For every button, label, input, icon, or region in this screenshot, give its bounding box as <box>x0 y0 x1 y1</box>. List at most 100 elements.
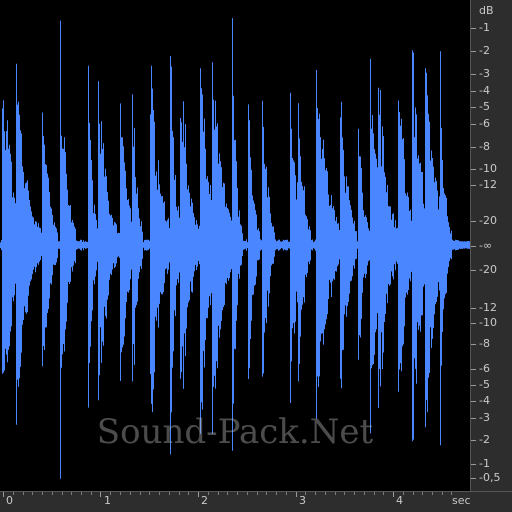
time-minor-tick <box>42 492 43 495</box>
time-minor-tick <box>422 492 423 495</box>
db-tick <box>471 221 476 222</box>
time-minor-tick <box>276 492 277 495</box>
db-center-label: -∞ <box>479 239 493 252</box>
db-scale-label: -12 <box>479 301 497 314</box>
db-scale-label: -6 <box>479 362 490 375</box>
time-minor-tick <box>149 492 150 495</box>
db-tick <box>471 74 476 75</box>
waveform-view[interactable]: Sound-Pack.Net <box>0 0 470 491</box>
db-scale-label: -5 <box>479 100 490 113</box>
db-tick <box>471 478 476 479</box>
db-scale-label: -20 <box>479 263 497 276</box>
db-tick <box>471 385 476 386</box>
time-label: 0 <box>6 494 13 507</box>
audio-editor: Sound-Pack.Net dB -1 -2 -3 -4 -5 -6 -8 -10 -12 -2… <box>0 0 512 512</box>
db-scale-label: -0,5 <box>479 471 501 484</box>
db-scale-label: -3 <box>479 411 490 424</box>
db-scale-label: -4 <box>479 84 490 97</box>
time-minor-tick <box>169 492 170 495</box>
time-minor-tick <box>159 492 160 495</box>
time-minor-tick <box>354 492 355 495</box>
time-minor-tick <box>13 492 14 495</box>
db-tick <box>471 464 476 465</box>
db-tick <box>471 28 476 29</box>
time-label: 4 <box>396 494 403 507</box>
time-minor-tick <box>218 492 219 495</box>
time-label: 2 <box>201 494 208 507</box>
time-minor-tick <box>237 492 238 495</box>
db-tick <box>471 91 476 92</box>
time-minor-tick <box>432 492 433 495</box>
db-scale-label: -8 <box>479 140 490 153</box>
db-scale-label: -12 <box>479 178 497 191</box>
db-tick <box>471 369 476 370</box>
time-minor-tick <box>325 492 326 495</box>
db-scale-label: -2 <box>479 433 490 446</box>
waveform <box>0 18 470 479</box>
db-ruler: dB -1 -2 -3 -4 -5 -6 -8 -10 -12 -20 -∞ -20 -12 -10 -8 -… <box>470 0 512 491</box>
db-unit-label: dB <box>479 4 494 17</box>
db-tick <box>471 246 476 247</box>
time-minor-tick <box>130 492 131 495</box>
db-tick <box>471 169 476 170</box>
time-minor-tick <box>81 492 82 495</box>
time-major-tick <box>198 492 199 497</box>
time-unit-label: sec <box>452 494 471 507</box>
db-tick <box>471 147 476 148</box>
waveform-path <box>0 18 470 479</box>
db-tick <box>471 323 476 324</box>
db-scale-label: -10 <box>479 162 497 175</box>
db-scale-label: -1 <box>479 457 490 470</box>
db-scale-label: -20 <box>479 214 497 227</box>
time-minor-tick <box>374 492 375 495</box>
time-minor-tick <box>120 492 121 495</box>
time-minor-tick <box>179 492 180 495</box>
time-major-tick <box>3 492 4 497</box>
time-minor-tick <box>247 492 248 495</box>
time-minor-tick <box>315 492 316 495</box>
time-minor-tick <box>364 492 365 495</box>
db-tick <box>471 308 476 309</box>
time-minor-tick <box>23 492 24 495</box>
time-major-tick <box>100 492 101 497</box>
time-minor-tick <box>62 492 63 495</box>
time-minor-tick <box>442 492 443 495</box>
db-scale-label: -1 <box>479 21 490 34</box>
db-tick <box>471 107 476 108</box>
time-minor-tick <box>257 492 258 495</box>
db-scale-label: -6 <box>479 117 490 130</box>
db-scale-label: -3 <box>479 67 490 80</box>
time-minor-tick <box>71 492 72 495</box>
time-major-tick <box>393 492 394 497</box>
time-minor-tick <box>383 492 384 495</box>
time-minor-tick <box>91 492 92 495</box>
time-minor-tick <box>140 492 141 495</box>
time-minor-tick <box>227 492 228 495</box>
time-minor-tick <box>403 492 404 495</box>
db-scale-label: -10 <box>479 316 497 329</box>
db-tick <box>471 124 476 125</box>
db-tick <box>471 270 476 271</box>
time-minor-tick <box>335 492 336 495</box>
db-scale-label: -2 <box>479 44 490 57</box>
time-minor-tick <box>451 492 452 495</box>
db-tick <box>471 51 476 52</box>
time-minor-tick <box>266 492 267 495</box>
time-label: 3 <box>299 494 306 507</box>
time-minor-tick <box>344 492 345 495</box>
time-minor-tick <box>413 492 414 495</box>
time-minor-tick <box>208 492 209 495</box>
db-tick <box>471 344 476 345</box>
time-minor-tick <box>188 492 189 495</box>
time-ruler: sec 0 1 2 3 4 <box>0 491 512 512</box>
db-scale-label: -5 <box>479 378 490 391</box>
time-major-tick <box>296 492 297 497</box>
time-minor-tick <box>32 492 33 495</box>
time-minor-tick <box>52 492 53 495</box>
db-tick <box>471 401 476 402</box>
db-tick <box>471 440 476 441</box>
db-scale-label: -4 <box>479 394 490 407</box>
db-scale-label: -8 <box>479 337 490 350</box>
db-tick <box>471 185 476 186</box>
time-minor-tick <box>286 492 287 495</box>
